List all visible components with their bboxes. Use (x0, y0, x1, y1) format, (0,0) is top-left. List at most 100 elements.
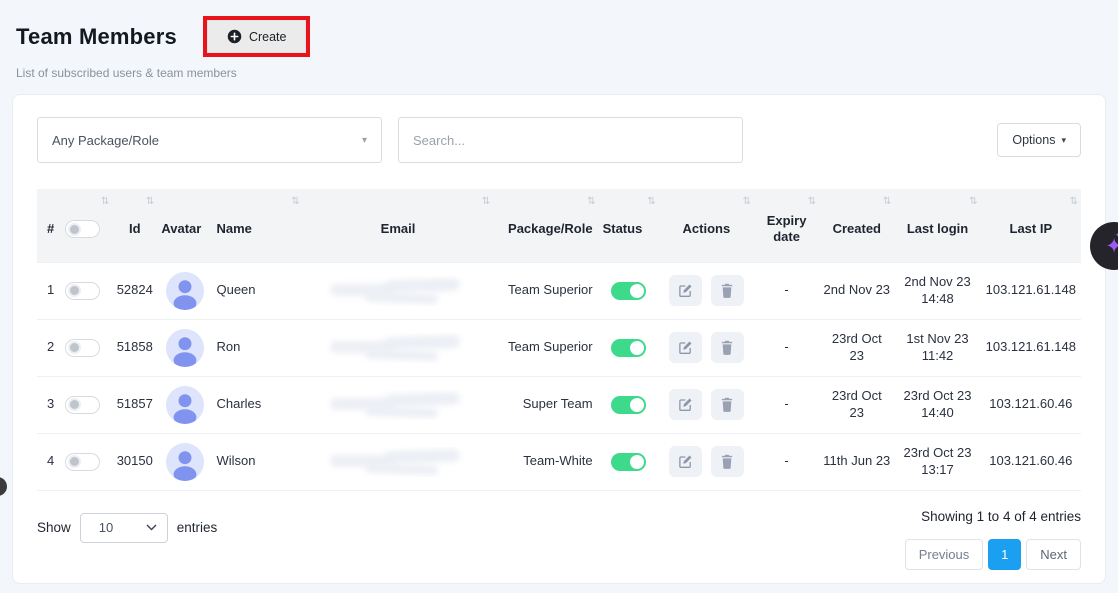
row-select-toggle[interactable] (65, 453, 100, 471)
edit-button[interactable] (669, 389, 702, 420)
row-select-toggle[interactable] (65, 396, 100, 414)
edit-button[interactable] (669, 332, 702, 363)
edit-icon (678, 397, 693, 412)
delete-button[interactable] (711, 446, 744, 477)
delete-button[interactable] (711, 389, 744, 420)
edit-icon (678, 340, 693, 355)
filter-row: Any Package/Role ▾ Options ▾ (37, 117, 1081, 163)
sort-icon[interactable]: ⇅ (291, 196, 299, 209)
sort-icon[interactable]: ⇅ (482, 196, 490, 209)
chevron-down-icon (146, 524, 157, 531)
select-all-toggle[interactable] (65, 220, 100, 238)
member-name: Charles (212, 376, 302, 433)
member-last-login: 1st Nov 23 11:42 (894, 319, 980, 376)
column-header-actions[interactable]: Actions⇅ (659, 189, 754, 262)
sort-icon[interactable]: ⇅ (969, 196, 977, 209)
member-package-role: Team-White (493, 433, 598, 490)
column-header-email[interactable]: Email⇅ (303, 189, 494, 262)
pagination-page-1-button[interactable]: 1 (988, 539, 1021, 570)
annotation-highlight-box: Create (203, 16, 311, 57)
table-row: 3 51857 Charles Super Team (37, 376, 1081, 433)
create-button[interactable]: Create (207, 20, 307, 53)
delete-button[interactable] (711, 332, 744, 363)
table-row: 4 30150 Wilson Team-White (37, 433, 1081, 490)
showing-entries-text: Showing 1 to 4 of 4 entries (905, 509, 1081, 524)
package-role-selected-value: Any Package/Role (52, 133, 159, 148)
column-header-last-login[interactable]: Last login⇅ (894, 189, 980, 262)
show-label: Show (37, 520, 71, 535)
sort-icon[interactable]: ⇅ (808, 196, 816, 209)
sort-icon[interactable]: ⇅ (146, 196, 154, 209)
column-header-num[interactable]: # ⇅ (37, 189, 112, 262)
column-header-name[interactable]: Name⇅ (212, 189, 302, 262)
column-header-id[interactable]: Id⇅ (112, 189, 157, 262)
member-last-ip: 103.121.61.148 (981, 319, 1081, 376)
member-last-login: 2nd Nov 23 14:48 (894, 262, 980, 319)
member-created: 23rd Oct 23 (819, 319, 894, 376)
sparkle-small-icon: ✦ (1114, 231, 1118, 241)
member-expiry-date: - (754, 319, 819, 376)
member-id: 30150 (112, 433, 157, 490)
status-toggle[interactable] (611, 339, 646, 357)
edit-icon (678, 283, 693, 298)
column-header-status[interactable]: Status⇅ (599, 189, 659, 262)
member-id: 51857 (112, 376, 157, 433)
trash-icon (720, 340, 734, 355)
edit-button[interactable] (669, 275, 702, 306)
row-select-toggle[interactable] (65, 339, 100, 357)
table-row: 2 51858 Ron Team Superior (37, 319, 1081, 376)
sort-icon[interactable]: ⇅ (587, 196, 595, 209)
pagination-next-button[interactable]: Next (1026, 539, 1081, 570)
sort-icon[interactable]: ⇅ (743, 196, 751, 209)
left-edge-widget[interactable] (0, 477, 7, 496)
status-toggle[interactable] (611, 396, 646, 414)
table-footer: Show 10 entries Showing 1 to 4 of 4 entr… (37, 509, 1081, 570)
pagination-previous-button[interactable]: Previous (905, 539, 984, 570)
member-package-role: Team Superior (493, 319, 598, 376)
column-header-expiry-date[interactable]: Expiry date⇅ (754, 189, 819, 262)
avatar (166, 329, 204, 367)
row-number: 3 (47, 396, 54, 413)
member-name: Wilson (212, 433, 302, 490)
member-name: Queen (212, 262, 302, 319)
sort-icon[interactable]: ⇅ (883, 196, 891, 209)
options-button[interactable]: Options ▾ (997, 123, 1081, 157)
member-expiry-date: - (754, 376, 819, 433)
member-created: 11th Jun 23 (819, 433, 894, 490)
row-number: 4 (47, 453, 54, 470)
row-number: 1 (47, 282, 54, 299)
column-header-package-role[interactable]: Package/Role⇅ (493, 189, 598, 262)
plus-circle-icon (227, 29, 242, 44)
entries-label: entries (177, 520, 218, 535)
member-id: 51858 (112, 319, 157, 376)
package-role-select[interactable]: Any Package/Role ▾ (37, 117, 382, 163)
caret-down-icon: ▾ (362, 135, 367, 146)
column-header-avatar: Avatar (157, 189, 212, 262)
column-header-created[interactable]: Created⇅ (819, 189, 894, 262)
status-toggle[interactable] (611, 453, 646, 471)
row-select-toggle[interactable] (65, 282, 100, 300)
member-email-redacted (303, 319, 494, 376)
column-header-last-ip[interactable]: Last IP⇅ (981, 189, 1081, 262)
status-toggle[interactable] (611, 282, 646, 300)
member-last-login: 23rd Oct 23 14:40 (894, 376, 980, 433)
member-email-redacted (303, 376, 494, 433)
table-header-row: # ⇅ Id⇅ Avatar Name⇅ Email⇅ Package/Role… (37, 189, 1081, 262)
avatar (166, 272, 204, 310)
page-size-select[interactable]: 10 (80, 513, 168, 543)
sort-icon[interactable]: ⇅ (1070, 196, 1078, 209)
edit-icon (678, 454, 693, 469)
edit-button[interactable] (669, 446, 702, 477)
sort-icon[interactable]: ⇅ (647, 196, 655, 209)
member-created: 2nd Nov 23 (819, 262, 894, 319)
column-header-num-label: # (47, 221, 54, 237)
delete-button[interactable] (711, 275, 744, 306)
member-last-login: 23rd Oct 23 13:17 (894, 433, 980, 490)
page-title: Team Members (16, 24, 177, 50)
avatar (166, 386, 204, 424)
member-last-ip: 103.121.61.148 (981, 262, 1081, 319)
search-input[interactable] (398, 117, 743, 163)
sort-icon[interactable]: ⇅ (101, 196, 109, 209)
member-last-ip: 103.121.60.46 (981, 433, 1081, 490)
options-button-label: Options (1012, 133, 1055, 147)
